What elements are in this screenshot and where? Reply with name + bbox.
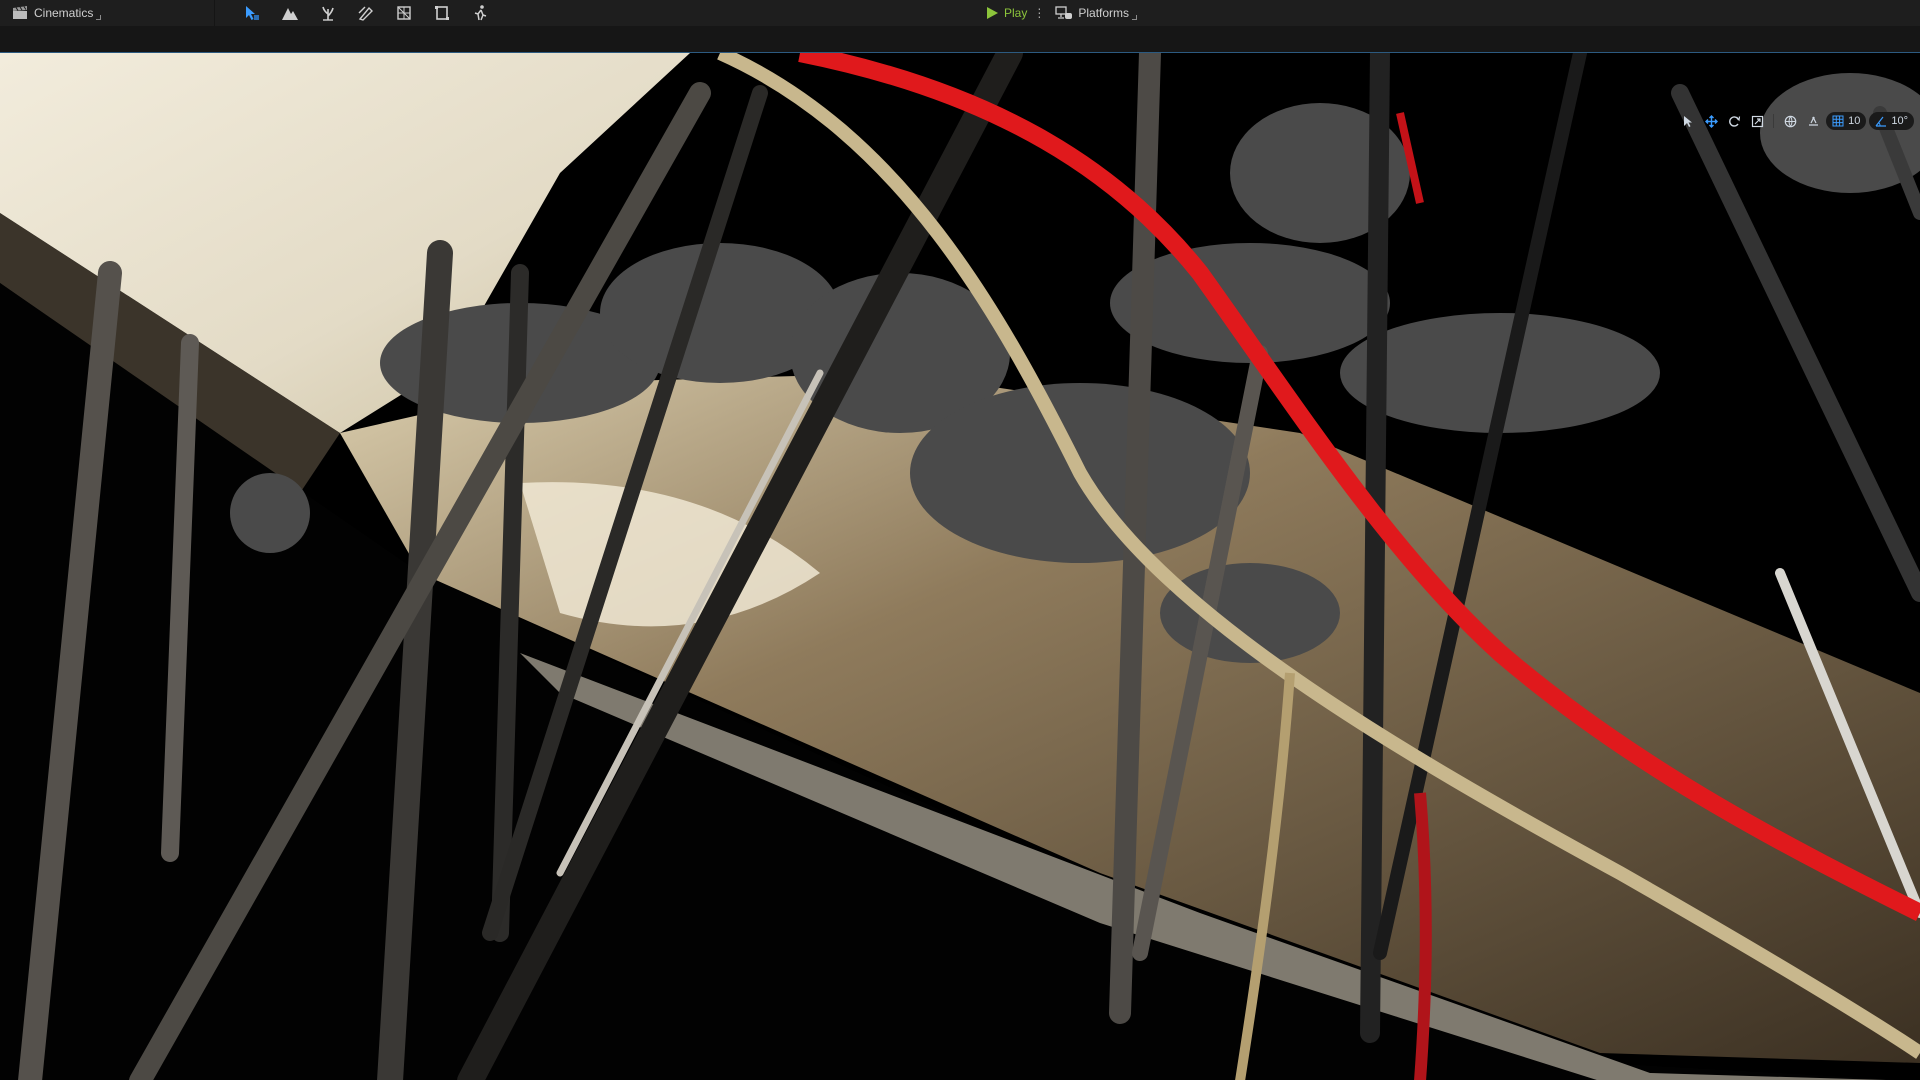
cursor-icon bbox=[1683, 115, 1692, 127]
rotation-snap-toggle[interactable]: 10° bbox=[1869, 112, 1914, 130]
clapperboard-icon bbox=[12, 6, 28, 20]
rotate-icon bbox=[1728, 115, 1740, 127]
play-options-icon[interactable]: ⋮ bbox=[1033, 6, 1045, 20]
play-controls: Play ⋮ Platforms bbox=[985, 0, 1138, 26]
fracture-mode-button[interactable] bbox=[385, 0, 423, 26]
globe-icon bbox=[1784, 115, 1796, 127]
main-toolbar: Cinematics Play ⋮ Platforms bbox=[0, 0, 1920, 26]
grid-icon bbox=[1832, 115, 1844, 127]
scale-icon bbox=[1751, 115, 1763, 127]
world-local-toggle[interactable] bbox=[1780, 112, 1800, 130]
level-viewport[interactable]: 10 10° bbox=[0, 52, 1920, 1080]
dropdown-corner-icon bbox=[1132, 14, 1138, 20]
cinematics-label: Cinematics bbox=[34, 6, 94, 20]
mesh-paint-mode-icon bbox=[358, 6, 373, 21]
modeling-mode-icon bbox=[435, 6, 449, 20]
animation-mode-icon bbox=[474, 5, 487, 21]
grid-snap-value: 10 bbox=[1848, 115, 1861, 127]
mode-switcher bbox=[233, 0, 499, 26]
animation-mode-button[interactable] bbox=[461, 0, 499, 26]
select-tool-button[interactable] bbox=[1678, 112, 1698, 130]
dropdown-corner-icon bbox=[96, 14, 102, 20]
modeling-mode-button[interactable] bbox=[423, 0, 461, 26]
foliage-mode-icon bbox=[322, 6, 334, 21]
mesh-paint-mode-button[interactable] bbox=[347, 0, 385, 26]
move-arrows-icon bbox=[1704, 114, 1718, 128]
rotation-snap-value: 10° bbox=[1891, 115, 1908, 127]
gamepad-icon bbox=[1055, 6, 1073, 19]
rotate-tool-button[interactable] bbox=[1724, 112, 1744, 130]
landscape-mode-icon bbox=[282, 8, 298, 20]
foliage-mode-button[interactable] bbox=[309, 0, 347, 26]
viewport-toolbar: 10 10° bbox=[1678, 111, 1920, 131]
rendered-scene bbox=[0, 53, 1920, 1080]
surface-snap-button[interactable] bbox=[1803, 112, 1823, 130]
angle-icon bbox=[1875, 116, 1887, 127]
viewport-header-bar bbox=[0, 26, 1920, 52]
translate-tool-button[interactable] bbox=[1701, 112, 1721, 130]
platforms-menu[interactable]: Platforms bbox=[1055, 5, 1138, 21]
grid-snap-toggle[interactable]: 10 bbox=[1826, 112, 1867, 130]
cinematics-menu[interactable]: Cinematics bbox=[0, 0, 215, 26]
surface-snap-icon bbox=[1808, 116, 1818, 126]
select-mode-icon bbox=[246, 6, 259, 20]
platforms-label: Platforms bbox=[1078, 6, 1130, 20]
fracture-mode-icon bbox=[397, 6, 411, 20]
play-button[interactable]: Play bbox=[985, 6, 1027, 20]
toolbar-divider bbox=[1773, 114, 1775, 128]
scale-tool-button[interactable] bbox=[1747, 112, 1767, 130]
play-icon bbox=[987, 7, 998, 19]
landscape-mode-button[interactable] bbox=[271, 0, 309, 26]
select-mode-button[interactable] bbox=[233, 0, 271, 26]
play-label: Play bbox=[1004, 6, 1028, 20]
